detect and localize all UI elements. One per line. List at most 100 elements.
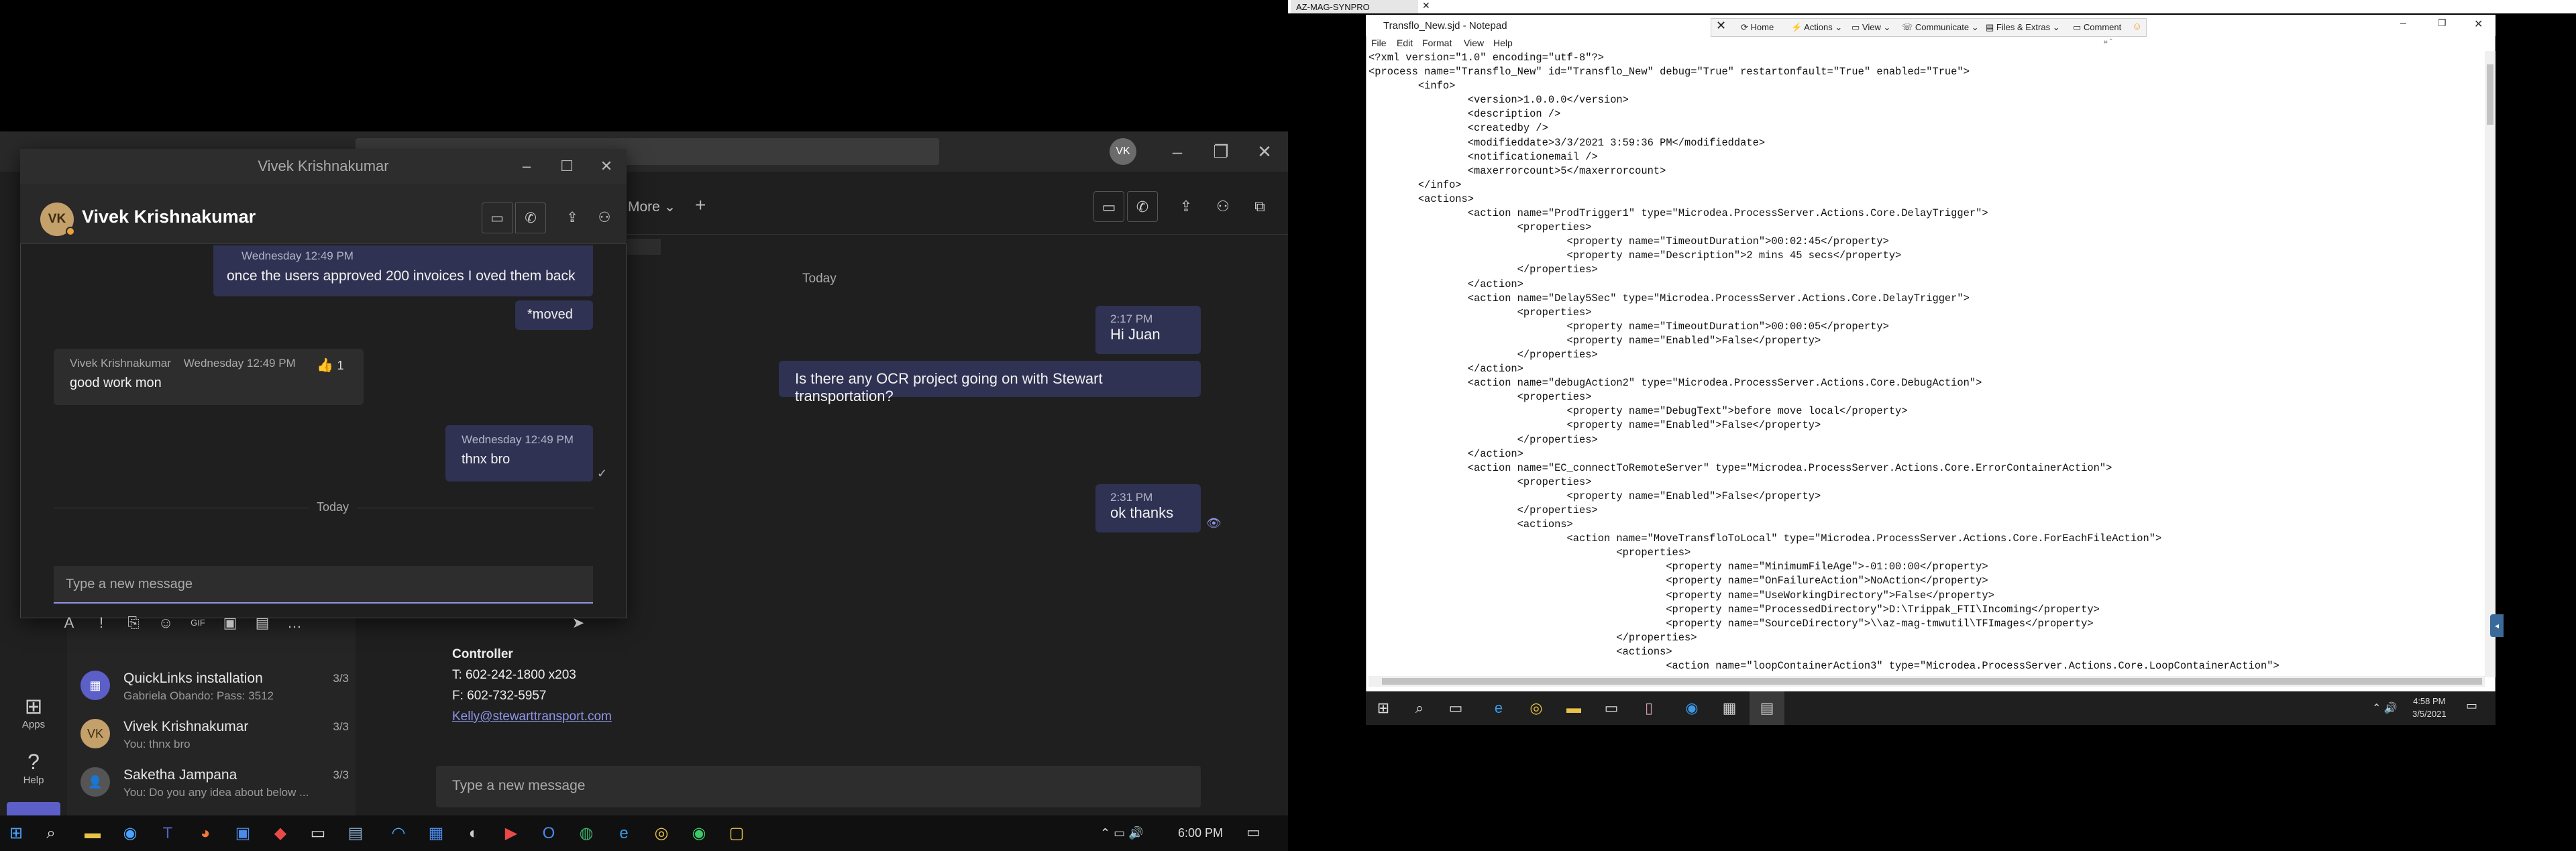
avatar[interactable]: VK [1110,138,1136,165]
popout-icon[interactable]: ⧉ [1244,191,1275,222]
maximize-icon[interactable]: ❐ [2438,17,2447,29]
search-icon[interactable]: ⌕ [1402,691,1437,725]
notifications-icon[interactable]: ▭ [1246,824,1260,841]
maximize-icon[interactable]: ❐ [1208,138,1234,165]
toolbar-actions[interactable]: ⚡ Actions ⌄ [1791,22,1842,33]
toolbar-comment[interactable]: ▭ Comment [2073,22,2121,33]
gif-icon[interactable]: GIF [186,612,209,634]
video-call-icon[interactable]: ▭ [1093,191,1124,222]
more-options-icon[interactable]: … [283,612,306,634]
remote-tab[interactable]: AZ-MAG-SYNPRO [1291,0,1418,13]
wifi-icon[interactable]: ◠ [382,815,415,851]
teams-icon[interactable]: T [152,815,184,851]
notifications-icon[interactable]: ▭ [2466,699,2477,713]
toolbar-view[interactable]: ▭ View ⌄ [1851,22,1890,33]
scrollbar-thumb[interactable] [1382,678,2482,685]
edge-icon[interactable]: e [608,815,640,851]
ie-icon[interactable]: e [1481,691,1516,725]
share-screen-icon[interactable]: ⇪ [557,203,588,233]
app-icon[interactable]: ▢ [720,815,753,851]
message-bubble[interactable]: 2:17 PM Hi Juan [1095,306,1201,354]
close-icon[interactable]: ✕ [586,149,627,184]
more-tab[interactable]: More ⌄ [628,198,676,215]
firefox-icon[interactable]: ◕ [189,815,221,851]
add-people-icon[interactable]: ⚇ [589,203,620,233]
menu-help[interactable]: Help [1493,38,1513,48]
outlook-icon[interactable]: O [533,815,565,851]
chat-list-item[interactable]: VK Vivek Krishnakumar You: thnx bro 3/3 [80,715,349,762]
rail-help[interactable]: ? Help [0,740,67,807]
attach-icon[interactable]: ⎘ [122,612,145,634]
chat-list-item[interactable]: 👤 Saketha Jampana You: Do you any idea a… [80,763,349,810]
message-bubble[interactable]: 2:31 PM ok thanks [1095,484,1201,532]
share-screen-icon[interactable]: ⇪ [1171,191,1201,222]
minimize-icon[interactable]: – [2400,17,2406,30]
chrome-icon[interactable]: ◎ [1519,691,1554,725]
app-icon[interactable]: ▣ [227,815,259,851]
important-icon[interactable]: ! [90,612,113,634]
minimize-icon[interactable]: – [506,149,547,184]
app-icon[interactable]: ◍ [570,815,602,851]
maximize-icon[interactable]: ☐ [547,149,587,184]
message-compose[interactable]: Type a new message [436,766,1201,807]
chrome-icon[interactable]: ◎ [645,815,678,851]
app-icon[interactable]: ▶ [495,815,527,851]
audio-call-icon[interactable]: ✆ [1127,191,1158,222]
schedule-icon[interactable]: ▤ [251,612,274,634]
vertical-scrollbar[interactable] [2485,51,2496,677]
send-icon[interactable]: ➤ [567,612,590,634]
message-bubble[interactable]: Wednesday 12:49 PM once the users approv… [213,245,593,296]
folder-icon[interactable]: ▬ [76,815,109,851]
toolbar-files[interactable]: ▤ Files & Extras ⌄ [1986,22,2060,33]
remote-side-tab[interactable]: ◂ [2490,614,2504,637]
close-session-icon[interactable]: ✕ [1716,19,1726,33]
terminal-icon[interactable]: ▭ [302,815,334,851]
format-icon[interactable]: A [58,612,80,634]
scrollbar-thumb[interactable] [2487,64,2493,125]
audio-call-icon[interactable]: ✆ [515,203,546,233]
reaction-like[interactable]: 👍 1 [317,357,343,374]
horizontal-scrollbar[interactable] [1368,676,2485,687]
app-icon[interactable]: ◉ [114,815,146,851]
start-icon[interactable]: ⊞ [0,815,32,851]
app-icon[interactable]: ▯ [1631,691,1666,725]
sticker-icon[interactable]: ▣ [219,612,241,634]
close-icon[interactable]: ✕ [1251,138,1278,165]
message-bubble[interactable]: Wednesday 12:49 PM thnx bro [445,425,593,481]
notepad-editor[interactable]: <?xml version="1.0" encoding="utf-8"?> <p… [1368,51,2485,675]
message-bubble[interactable]: Is there any OCR project going on with S… [779,361,1201,404]
email-link[interactable]: Kelly@stewarttransport.com [452,706,612,727]
smiley-icon[interactable]: ☺ [2132,21,2142,32]
add-tab-icon[interactable]: + [695,194,706,216]
video-call-icon[interactable]: ▭ [482,203,513,233]
rail-download-icon[interactable] [7,802,60,815]
app-icon[interactable]: ◐ [458,815,490,851]
close-icon[interactable]: ✕ [2474,17,2483,31]
notepad-icon[interactable]: ▤ [1750,691,1784,725]
tray-icons[interactable]: ⌃ 🔊 [2372,701,2398,715]
tray-icons[interactable]: ⌃ ▭ 🔊 [1100,826,1144,840]
chat-list-item[interactable]: ▦ QuickLinks installation Gabriela Oband… [80,667,349,714]
notepad-icon[interactable]: ▤ [339,815,372,851]
message-compose[interactable]: Type a new message [54,566,593,604]
add-people-icon[interactable]: ⚇ [1208,191,1238,222]
menu-view[interactable]: View [1464,38,1484,48]
folder-icon[interactable]: ▬ [1556,691,1591,725]
app-icon[interactable]: ◆ [264,815,297,851]
app-icon[interactable]: ▦ [420,815,452,851]
search-icon[interactable]: ⌕ [35,815,67,851]
remote-app-icon[interactable]: ◉ [1674,691,1709,725]
app-icon[interactable]: ▦ [1712,691,1747,725]
menu-edit[interactable]: Edit [1397,38,1413,48]
clock[interactable]: 4:58 PM 3/5/2021 [2412,695,2447,720]
start-icon[interactable]: ⊞ [1366,691,1401,725]
task-view-icon[interactable]: ▭ [1438,691,1473,725]
spotify-icon[interactable]: ◉ [683,815,715,851]
minimize-icon[interactable]: – [1164,138,1191,165]
toolbar-home[interactable]: ⟳ Home [1741,22,1774,33]
menu-format[interactable]: Format [1422,38,1452,48]
toolbar-communicate[interactable]: ☏ Communicate ⌄ [1902,22,1979,33]
menu-file[interactable]: File [1371,38,1387,48]
message-bubble[interactable]: *moved [515,300,593,330]
clock[interactable]: 6:00 PM [1178,826,1223,840]
